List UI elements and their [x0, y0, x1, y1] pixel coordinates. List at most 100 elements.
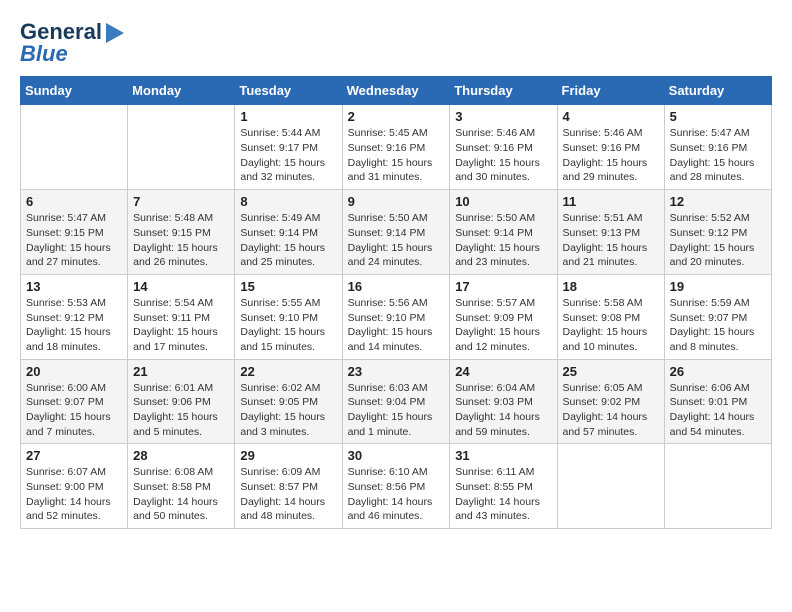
calendar-cell: [557, 444, 664, 529]
day-number: 16: [348, 279, 445, 294]
day-number: 25: [563, 364, 659, 379]
day-info: Sunrise: 6:00 AM Sunset: 9:07 PM Dayligh…: [26, 381, 122, 440]
day-number: 31: [455, 448, 551, 463]
day-info: Sunrise: 5:51 AM Sunset: 9:13 PM Dayligh…: [563, 211, 659, 270]
calendar-cell: 17 Sunrise: 5:57 AM Sunset: 9:09 PM Dayli…: [450, 274, 557, 359]
calendar-cell: 14 Sunrise: 5:54 AM Sunset: 9:11 PM Dayli…: [128, 274, 235, 359]
calendar-cell: 1Sunrise: 5:44 AM Sunset: 9:17 PM Daylig…: [235, 105, 342, 190]
calendar-cell: 26 Sunrise: 6:06 AM Sunset: 9:01 PM Dayli…: [664, 359, 771, 444]
day-number: 13: [26, 279, 122, 294]
day-number: 11: [563, 194, 659, 209]
day-info: Sunrise: 6:02 AM Sunset: 9:05 PM Dayligh…: [240, 381, 336, 440]
day-info: Sunrise: 6:05 AM Sunset: 9:02 PM Dayligh…: [563, 381, 659, 440]
day-info: Sunrise: 5:45 AM Sunset: 9:16 PM Dayligh…: [348, 126, 445, 185]
day-number: 28: [133, 448, 229, 463]
day-number: 19: [670, 279, 766, 294]
day-number: 6: [26, 194, 122, 209]
calendar-cell: 27Sunrise: 6:07 AM Sunset: 9:00 PM Dayli…: [21, 444, 128, 529]
day-number: 2: [348, 109, 445, 124]
calendar-cell: 2 Sunrise: 5:45 AM Sunset: 9:16 PM Daylig…: [342, 105, 450, 190]
day-number: 9: [348, 194, 445, 209]
calendar-cell: 15Sunrise: 5:55 AM Sunset: 9:10 PM Dayli…: [235, 274, 342, 359]
day-number: 7: [133, 194, 229, 209]
weekday-header-sunday: Sunday: [21, 77, 128, 105]
day-info: Sunrise: 5:52 AM Sunset: 9:12 PM Dayligh…: [670, 211, 766, 270]
day-info: Sunrise: 6:10 AM Sunset: 8:56 PM Dayligh…: [348, 465, 445, 524]
calendar-cell: [128, 105, 235, 190]
calendar-cell: 11 Sunrise: 5:51 AM Sunset: 9:13 PM Dayli…: [557, 190, 664, 275]
weekday-header-wednesday: Wednesday: [342, 77, 450, 105]
day-number: 3: [455, 109, 551, 124]
day-number: 17: [455, 279, 551, 294]
calendar-week-5: 27Sunrise: 6:07 AM Sunset: 9:00 PM Dayli…: [21, 444, 772, 529]
day-number: 22: [240, 364, 336, 379]
calendar-cell: 7 Sunrise: 5:48 AM Sunset: 9:15 PM Daylig…: [128, 190, 235, 275]
day-info: Sunrise: 5:58 AM Sunset: 9:08 PM Dayligh…: [563, 296, 659, 355]
calendar-cell: 13 Sunrise: 5:53 AM Sunset: 9:12 PM Dayli…: [21, 274, 128, 359]
day-info: Sunrise: 5:59 AM Sunset: 9:07 PM Dayligh…: [670, 296, 766, 355]
logo: General Blue: [20, 20, 124, 66]
day-info: Sunrise: 5:55 AM Sunset: 9:10 PM Dayligh…: [240, 296, 336, 355]
calendar-week-3: 13 Sunrise: 5:53 AM Sunset: 9:12 PM Dayli…: [21, 274, 772, 359]
calendar-week-1: 1Sunrise: 5:44 AM Sunset: 9:17 PM Daylig…: [21, 105, 772, 190]
logo-blue-text: Blue: [20, 42, 68, 66]
day-info: Sunrise: 5:50 AM Sunset: 9:14 PM Dayligh…: [455, 211, 551, 270]
day-number: 12: [670, 194, 766, 209]
weekday-header-monday: Monday: [128, 77, 235, 105]
day-number: 23: [348, 364, 445, 379]
day-info: Sunrise: 5:48 AM Sunset: 9:15 PM Dayligh…: [133, 211, 229, 270]
day-number: 26: [670, 364, 766, 379]
calendar-cell: 24 Sunrise: 6:04 AM Sunset: 9:03 PM Dayli…: [450, 359, 557, 444]
day-number: 24: [455, 364, 551, 379]
day-info: Sunrise: 5:54 AM Sunset: 9:11 PM Dayligh…: [133, 296, 229, 355]
day-number: 10: [455, 194, 551, 209]
calendar-cell: [664, 444, 771, 529]
day-info: Sunrise: 5:46 AM Sunset: 9:16 PM Dayligh…: [563, 126, 659, 185]
day-number: 5: [670, 109, 766, 124]
calendar-cell: 10 Sunrise: 5:50 AM Sunset: 9:14 PM Dayli…: [450, 190, 557, 275]
day-info: Sunrise: 6:03 AM Sunset: 9:04 PM Dayligh…: [348, 381, 445, 440]
day-info: Sunrise: 6:11 AM Sunset: 8:55 PM Dayligh…: [455, 465, 551, 524]
day-info: Sunrise: 5:53 AM Sunset: 9:12 PM Dayligh…: [26, 296, 122, 355]
calendar-cell: 19 Sunrise: 5:59 AM Sunset: 9:07 PM Dayli…: [664, 274, 771, 359]
calendar-cell: 16 Sunrise: 5:56 AM Sunset: 9:10 PM Dayli…: [342, 274, 450, 359]
day-info: Sunrise: 6:06 AM Sunset: 9:01 PM Dayligh…: [670, 381, 766, 440]
day-info: Sunrise: 6:08 AM Sunset: 8:58 PM Dayligh…: [133, 465, 229, 524]
calendar-cell: 28 Sunrise: 6:08 AM Sunset: 8:58 PM Dayli…: [128, 444, 235, 529]
day-number: 27: [26, 448, 122, 463]
day-info: Sunrise: 5:47 AM Sunset: 9:16 PM Dayligh…: [670, 126, 766, 185]
day-info: Sunrise: 6:01 AM Sunset: 9:06 PM Dayligh…: [133, 381, 229, 440]
day-number: 4: [563, 109, 659, 124]
day-info: Sunrise: 5:49 AM Sunset: 9:14 PM Dayligh…: [240, 211, 336, 270]
calendar-week-2: 6 Sunrise: 5:47 AM Sunset: 9:15 PM Daylig…: [21, 190, 772, 275]
weekday-header-saturday: Saturday: [664, 77, 771, 105]
weekday-header-thursday: Thursday: [450, 77, 557, 105]
day-number: 8: [240, 194, 336, 209]
day-number: 30: [348, 448, 445, 463]
day-info: Sunrise: 5:56 AM Sunset: 9:10 PM Dayligh…: [348, 296, 445, 355]
day-number: 18: [563, 279, 659, 294]
calendar-cell: 23 Sunrise: 6:03 AM Sunset: 9:04 PM Dayli…: [342, 359, 450, 444]
day-number: 14: [133, 279, 229, 294]
calendar-cell: 12 Sunrise: 5:52 AM Sunset: 9:12 PM Dayli…: [664, 190, 771, 275]
day-number: 29: [240, 448, 336, 463]
day-info: Sunrise: 5:57 AM Sunset: 9:09 PM Dayligh…: [455, 296, 551, 355]
day-info: Sunrise: 6:09 AM Sunset: 8:57 PM Dayligh…: [240, 465, 336, 524]
calendar-cell: 25 Sunrise: 6:05 AM Sunset: 9:02 PM Dayli…: [557, 359, 664, 444]
calendar-cell: 30 Sunrise: 6:10 AM Sunset: 8:56 PM Dayli…: [342, 444, 450, 529]
calendar-cell: 18 Sunrise: 5:58 AM Sunset: 9:08 PM Dayli…: [557, 274, 664, 359]
weekday-header-friday: Friday: [557, 77, 664, 105]
day-number: 20: [26, 364, 122, 379]
day-info: Sunrise: 6:04 AM Sunset: 9:03 PM Dayligh…: [455, 381, 551, 440]
calendar-cell: 31 Sunrise: 6:11 AM Sunset: 8:55 PM Dayli…: [450, 444, 557, 529]
day-info: Sunrise: 5:46 AM Sunset: 9:16 PM Dayligh…: [455, 126, 551, 185]
calendar-cell: 9 Sunrise: 5:50 AM Sunset: 9:14 PM Daylig…: [342, 190, 450, 275]
calendar-week-4: 20 Sunrise: 6:00 AM Sunset: 9:07 PM Dayli…: [21, 359, 772, 444]
day-info: Sunrise: 5:50 AM Sunset: 9:14 PM Dayligh…: [348, 211, 445, 270]
calendar-cell: 21Sunrise: 6:01 AM Sunset: 9:06 PM Dayli…: [128, 359, 235, 444]
weekday-header-row: SundayMondayTuesdayWednesdayThursdayFrid…: [21, 77, 772, 105]
day-number: 1: [240, 109, 336, 124]
day-info: Sunrise: 5:47 AM Sunset: 9:15 PM Dayligh…: [26, 211, 122, 270]
calendar-cell: 5 Sunrise: 5:47 AM Sunset: 9:16 PM Daylig…: [664, 105, 771, 190]
calendar-cell: 29 Sunrise: 6:09 AM Sunset: 8:57 PM Dayli…: [235, 444, 342, 529]
